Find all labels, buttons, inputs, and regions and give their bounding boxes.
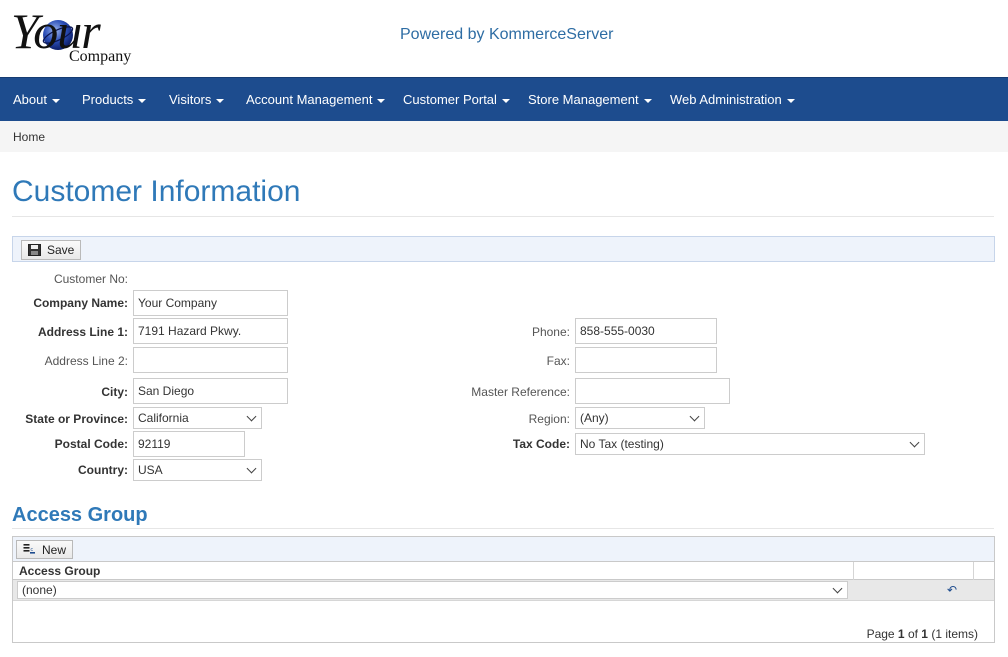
title-divider — [12, 216, 994, 217]
state-select-value: California — [138, 411, 189, 425]
nav-store-management-label: Store Management — [528, 92, 639, 107]
save-label: Save — [47, 243, 75, 257]
fax-input[interactable] — [575, 347, 717, 373]
pager-of: of — [904, 627, 922, 641]
state-label: State or Province: — [25, 412, 128, 426]
section-divider — [12, 528, 994, 529]
save-button[interactable]: Save — [21, 240, 82, 260]
customer-no-label: Customer No: — [53, 272, 128, 286]
pager-total: 1 — [921, 627, 928, 641]
chevron-down-icon — [689, 411, 700, 422]
column-divider — [853, 562, 854, 580]
region-select-value: (Any) — [580, 411, 609, 425]
breadcrumb-home[interactable]: Home — [13, 130, 45, 144]
chevron-down-icon — [832, 583, 843, 594]
postal-code-label: Postal Code: — [54, 437, 128, 451]
chevron-down-icon — [246, 411, 257, 422]
nav-products-label: Products — [82, 92, 134, 107]
chevron-down-icon — [246, 463, 257, 474]
access-group-select-value: (none) — [22, 583, 57, 597]
pager-page: 1 — [897, 627, 905, 641]
nav-account-management-label: Account Management — [246, 92, 373, 107]
floppy-disk-icon — [28, 244, 41, 256]
country-select[interactable]: USA — [133, 459, 262, 481]
access-group-select[interactable]: (none) — [17, 581, 848, 599]
powered-by-text: Powered by KommerceServer — [400, 26, 614, 43]
tax-code-select[interactable]: No Tax (testing) — [575, 433, 925, 455]
phone-input[interactable]: 858-555-0030 — [575, 318, 717, 344]
grid-toolbar: c New — [13, 537, 994, 562]
form-toolbar: Save — [12, 236, 995, 262]
nav-customer-portal-label: Customer Portal — [403, 92, 497, 107]
nav-customer-portal[interactable]: Customer Portal — [403, 78, 510, 122]
column-divider — [973, 562, 974, 580]
caret-down-icon — [138, 98, 147, 103]
country-select-value: USA — [138, 463, 163, 477]
add-row-icon: c — [23, 544, 35, 554]
site-header: Your Company Powered by KommerceServer — [0, 0, 1008, 77]
address-line-2-input[interactable] — [133, 347, 288, 373]
company-name-input[interactable]: Your Company — [133, 290, 288, 316]
pager-prefix: Page — [866, 627, 898, 641]
undo-icon[interactable]: ↶ — [947, 583, 957, 597]
grid-header-row: Access Group — [13, 562, 994, 580]
state-select[interactable]: California — [133, 407, 262, 429]
nav-about-label: About — [13, 92, 47, 107]
nav-products[interactable]: Products — [82, 78, 147, 122]
address-line-1-input[interactable]: 7191 Hazard Pkwy. — [133, 318, 288, 344]
company-logo[interactable]: Your Company — [11, 4, 151, 68]
region-select[interactable]: (Any) — [575, 407, 705, 429]
region-label: Region: — [528, 412, 570, 426]
new-label: New — [42, 543, 67, 557]
tax-code-select-value: No Tax (testing) — [580, 437, 664, 451]
caret-down-icon — [377, 98, 386, 103]
caret-down-icon — [786, 98, 795, 103]
caret-down-icon — [501, 98, 510, 103]
caret-down-icon — [643, 98, 652, 103]
pager-info: Page 1 of 1 (1 items) — [867, 627, 978, 641]
address-line-1-label: Address Line 1: — [37, 325, 128, 339]
nav-web-administration-label: Web Administration — [670, 92, 782, 107]
nav-account-management[interactable]: Account Management — [246, 78, 386, 122]
city-label: City: — [101, 385, 128, 399]
breadcrumb: Home — [0, 121, 1008, 152]
postal-code-input[interactable]: 92119 — [133, 431, 245, 457]
phone-label: Phone: — [531, 325, 570, 339]
pager-items: (1 items) — [927, 627, 978, 641]
nav-store-management[interactable]: Store Management — [528, 78, 652, 122]
nav-visitors-label: Visitors — [169, 92, 212, 107]
country-label: Country: — [78, 463, 128, 477]
table-row: (none) ↶ — [13, 580, 994, 601]
logo-subtext: Company — [69, 48, 132, 65]
access-group-title: Access Group — [12, 504, 148, 526]
company-name-label: Company Name: — [33, 296, 128, 310]
nav-web-administration[interactable]: Web Administration — [670, 78, 795, 122]
access-group-grid: c New Access Group (none) ↶ Page 1 of 1 … — [12, 536, 995, 643]
address-line-2-label: Address Line 2: — [44, 354, 128, 368]
fax-label: Fax: — [546, 354, 570, 368]
master-reference-input[interactable] — [575, 378, 730, 404]
caret-down-icon — [216, 98, 225, 103]
new-button[interactable]: c New — [16, 540, 74, 559]
page-title: Customer Information — [12, 175, 301, 208]
caret-down-icon — [51, 98, 60, 103]
master-reference-label: Master Reference: — [471, 385, 570, 399]
tax-code-label: Tax Code: — [512, 437, 570, 451]
nav-visitors[interactable]: Visitors — [169, 78, 225, 122]
nav-about[interactable]: About — [13, 78, 60, 122]
main-navbar: About Products Visitors Account Manageme… — [0, 77, 1008, 121]
chevron-down-icon — [909, 437, 920, 448]
city-input[interactable]: San Diego — [133, 378, 288, 404]
column-header-access-group[interactable]: Access Group — [19, 564, 100, 578]
